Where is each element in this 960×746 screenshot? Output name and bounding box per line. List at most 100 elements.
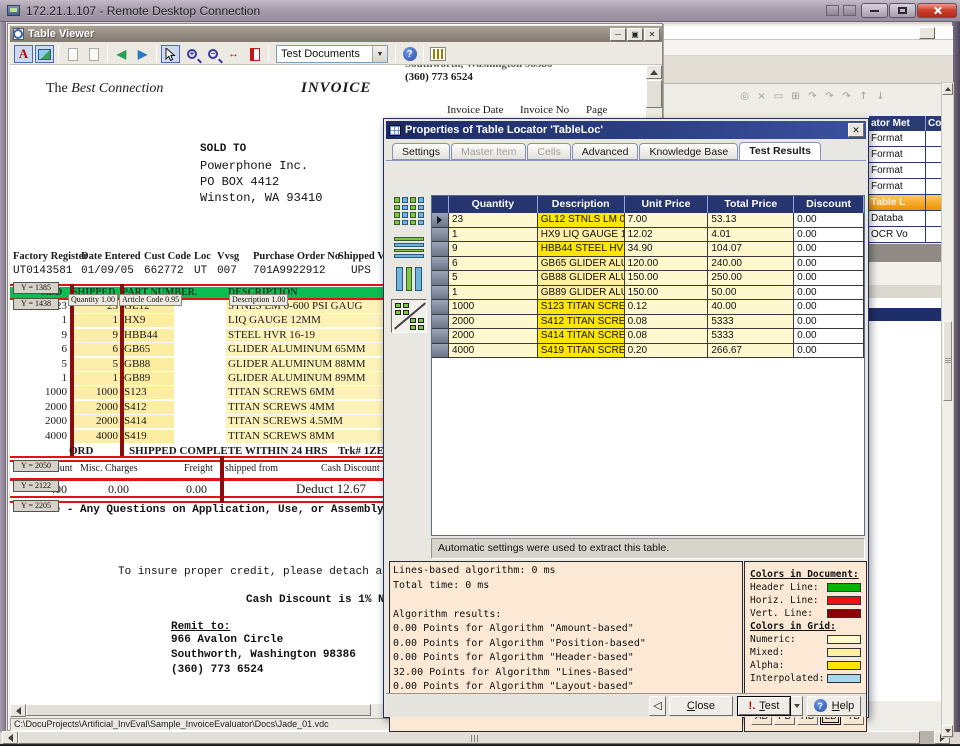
- grid-cell[interactable]: 1: [449, 286, 538, 301]
- grid-cell[interactable]: 6: [449, 257, 538, 272]
- send-icon[interactable]: ↷: [839, 90, 854, 104]
- grid-cell[interactable]: 150.00: [625, 286, 709, 301]
- scroll-thumb[interactable]: [943, 321, 952, 401]
- grid-cell[interactable]: S412 TITAN SCRE: [538, 315, 625, 330]
- grid-cell[interactable]: 0.00: [794, 329, 864, 344]
- cell-colors-tool[interactable]: [394, 197, 424, 225]
- grid-cell[interactable]: GB65 GLIDER ALU: [538, 257, 625, 272]
- row-selector[interactable]: [432, 344, 449, 359]
- zoom-in-button[interactable]: +: [182, 45, 201, 63]
- window-icon[interactable]: ▭: [771, 90, 786, 104]
- table-row[interactable]: 2000S414 TITAN SCRE0.0853330.00: [432, 329, 864, 344]
- move-up-icon[interactable]: ↑: [856, 90, 871, 104]
- row-selector[interactable]: [432, 271, 449, 286]
- close-button[interactable]: Close: [669, 696, 733, 716]
- table-row[interactable]: 5GB88 GLIDER ALU150.00250.000.00: [432, 271, 864, 286]
- grid-cell[interactable]: GB88 GLIDER ALU: [538, 271, 625, 286]
- table-row[interactable]: 9HBB44 STEEL HVR34.90104.070.00: [432, 242, 864, 257]
- grid-cell[interactable]: HX9 LIQ GAUGE 12: [538, 228, 625, 243]
- grid-cell[interactable]: 5: [449, 271, 538, 286]
- panel-vscrollbar[interactable]: [941, 82, 954, 738]
- scroll-thumb[interactable]: [26, 704, 371, 716]
- tab-cells[interactable]: Cells: [527, 143, 570, 160]
- nav-back-button[interactable]: ◀: [112, 45, 131, 63]
- panel-minimize-button[interactable]: [919, 27, 935, 39]
- pointer-tool-button[interactable]: [161, 45, 180, 63]
- locator-row-format[interactable]: Format: [869, 147, 945, 163]
- column-lines-tool[interactable]: [394, 267, 424, 291]
- tab-test-results[interactable]: Test Results: [739, 142, 821, 161]
- grid-cell[interactable]: 2000: [449, 315, 538, 330]
- row-selector[interactable]: [432, 242, 449, 257]
- scroll-left-button[interactable]: [2, 731, 18, 744]
- locator-row-databa[interactable]: Databa: [869, 211, 945, 227]
- fit-page-button[interactable]: [245, 45, 264, 63]
- scroll-thumb[interactable]: [646, 80, 662, 108]
- column-header-discount[interactable]: Discount: [794, 196, 864, 213]
- nav-back-button[interactable]: ◁: [649, 696, 666, 716]
- grid-cell[interactable]: 5333: [708, 329, 794, 344]
- grid-cell[interactable]: 23: [449, 213, 538, 228]
- grid-cell[interactable]: 0.00: [794, 271, 864, 286]
- rdp-restore-down-icon[interactable]: [843, 5, 856, 16]
- grid-cell[interactable]: 0.00: [794, 213, 864, 228]
- page-prev-button[interactable]: [63, 45, 82, 63]
- interpolation-tool[interactable]: [391, 299, 427, 333]
- test-dropdown-button[interactable]: [791, 696, 803, 716]
- find-icon[interactable]: ◎: [737, 90, 752, 104]
- test-button[interactable]: !.Test: [737, 696, 791, 716]
- send-icon[interactable]: ↷: [822, 90, 837, 104]
- grid-cell[interactable]: 104.07: [708, 242, 794, 257]
- maximize-button[interactable]: [889, 3, 916, 18]
- viewer-close-button[interactable]: ✕: [644, 28, 660, 41]
- documents-combobox[interactable]: Test Documents ▼: [276, 45, 388, 63]
- locator-row-format[interactable]: Format: [869, 179, 945, 195]
- scroll-up-button[interactable]: [942, 83, 953, 95]
- column-header-unit-price[interactable]: Unit Price: [625, 196, 709, 213]
- grid-cell[interactable]: GB89 GLIDER ALU: [538, 286, 625, 301]
- copy-icon[interactable]: ⊞: [788, 90, 803, 104]
- grid-cell[interactable]: 0.00: [794, 242, 864, 257]
- page-next-button[interactable]: [84, 45, 103, 63]
- help-button[interactable]: ?Help: [807, 696, 861, 716]
- dialog-titlebar[interactable]: Properties of Table Locator 'TableLoc' ✕: [386, 121, 866, 139]
- grid-cell[interactable]: 0.00: [794, 300, 864, 315]
- tab-settings[interactable]: Settings: [392, 143, 450, 160]
- grid-cell[interactable]: 2000: [449, 329, 538, 344]
- table-row[interactable]: 4000S419 TITAN SCRE0.20266.670.00: [432, 344, 864, 359]
- row-selector[interactable]: [432, 213, 449, 228]
- scroll-down-button[interactable]: [942, 725, 953, 737]
- table-row[interactable]: 1HX9 LIQ GAUGE 1212.024.010.00: [432, 228, 864, 243]
- dialog-close-button[interactable]: ✕: [848, 123, 864, 137]
- columns-view-button[interactable]: [428, 45, 447, 63]
- tab-advanced[interactable]: Advanced: [572, 143, 639, 160]
- grid-cell[interactable]: 34.90: [625, 242, 709, 257]
- grid-cell[interactable]: 0.00: [794, 228, 864, 243]
- row-selector[interactable]: [432, 257, 449, 272]
- table-row[interactable]: 2000S412 TITAN SCRE0.0853330.00: [432, 315, 864, 330]
- delete-icon[interactable]: ×: [754, 90, 769, 104]
- send-icon[interactable]: ↷: [805, 90, 820, 104]
- image-mode-button[interactable]: [35, 45, 54, 63]
- grid-cell[interactable]: 50.00: [708, 286, 794, 301]
- locator-row-format[interactable]: Format: [869, 163, 945, 179]
- test-results-grid[interactable]: QuantityDescriptionUnit PriceTotal Price…: [431, 195, 865, 536]
- grid-cell[interactable]: 12.02: [625, 228, 709, 243]
- grid-cell[interactable]: 1: [449, 228, 538, 243]
- tab-master-item[interactable]: Master Item: [451, 143, 526, 160]
- text-mode-button[interactable]: A: [14, 45, 33, 63]
- nav-forward-button[interactable]: ▶: [133, 45, 152, 63]
- scroll-left-button[interactable]: [10, 704, 26, 717]
- rdp-hscrollbar[interactable]: [2, 731, 950, 744]
- grid-cell[interactable]: 250.00: [708, 271, 794, 286]
- viewer-minimize-button[interactable]: ─: [610, 28, 626, 41]
- grid-cell[interactable]: 120.00: [625, 257, 709, 272]
- column-header-total-price[interactable]: Total Price: [708, 196, 794, 213]
- grid-cell[interactable]: 0.00: [794, 315, 864, 330]
- table-row[interactable]: 23GL12 STNLS LM 0 -7.0053.130.00: [432, 213, 864, 228]
- scroll-up-button[interactable]: [646, 65, 662, 79]
- table-row[interactable]: 1GB89 GLIDER ALU150.0050.000.00: [432, 286, 864, 301]
- chevron-down-icon[interactable]: ▼: [372, 46, 387, 62]
- viewer-maximize-button[interactable]: ▣: [627, 28, 643, 41]
- grid-cell[interactable]: 5333: [708, 315, 794, 330]
